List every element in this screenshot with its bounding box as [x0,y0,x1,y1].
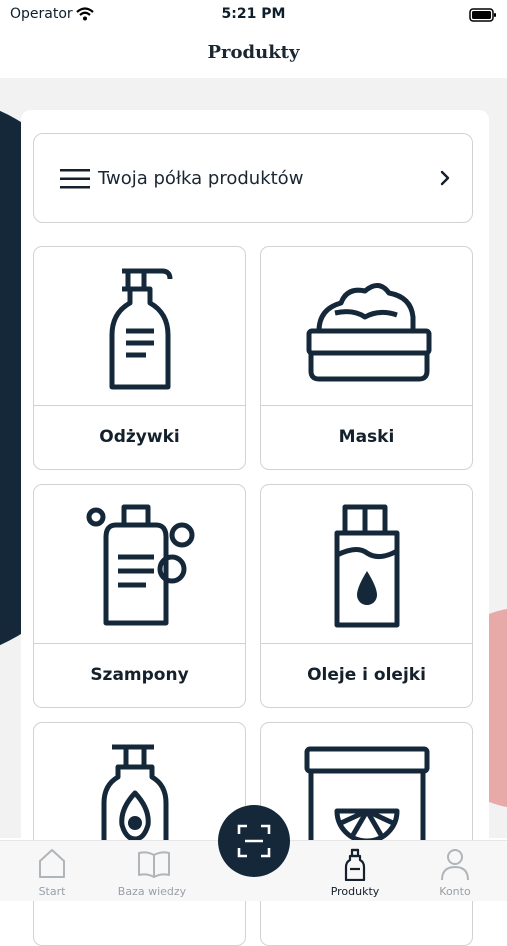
menu-icon [60,168,90,194]
card-divider [261,643,472,644]
category-card-avocado[interactable] [33,722,246,946]
card-divider [34,643,245,644]
tab-label: Baza wiedzy [117,885,187,898]
product-shelf-row[interactable]: Twoja półka produktów [33,133,473,223]
shampoo-bottle-icon [34,485,245,643]
oil-bottle-icon [261,485,472,643]
mask-jar-icon [261,247,472,405]
tab-label: Produkty [330,885,380,898]
scan-icon [237,824,271,858]
tab-label: Konto [439,885,471,898]
book-icon [138,851,170,878]
page-title: Produkty [207,42,300,63]
tab-account[interactable]: Konto [405,841,505,901]
product-bottle-icon [344,848,366,881]
category-label: Maski [338,427,395,447]
tab-products[interactable]: Produkty [305,841,405,901]
scan-button[interactable] [218,805,290,877]
shelf-label: Twoja półka produktów [98,168,304,189]
tab-start[interactable]: Start [2,841,102,901]
status-bar: Operator 5:21 PM [0,0,507,30]
user-icon [441,849,469,881]
category-card-citrus[interactable] [260,722,473,946]
category-label: Oleje i olejki [307,665,426,685]
clock: 5:21 PM [221,6,286,22]
conditioner-bottle-icon [34,247,245,405]
tab-label: Start [38,885,66,898]
tab-knowledge-base[interactable]: Baza wiedzy [102,841,202,901]
navigation-bar: Produkty [0,30,507,78]
category-card-conditioners[interactable]: Odżywki [33,246,246,470]
card-divider [261,405,472,406]
category-label: Odżywki [99,427,180,447]
home-icon [39,849,65,878]
category-card-shampoos[interactable]: Szampony [33,484,246,708]
category-label: Szampony [90,665,189,685]
category-card-oils[interactable]: Oleje i olejki [260,484,473,708]
chevron-right-icon [440,170,450,190]
card-divider [34,405,245,406]
battery-icon [469,7,497,26]
category-card-masks[interactable]: Maski [260,246,473,470]
